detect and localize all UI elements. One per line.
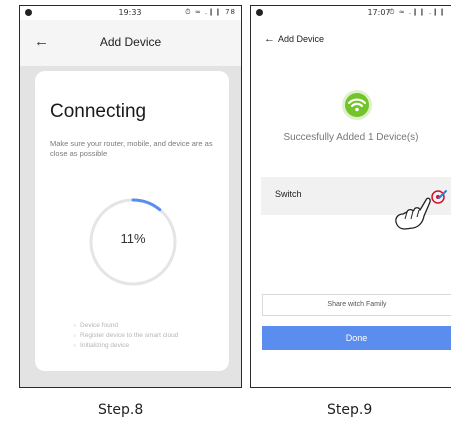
done-button[interactable]: Done — [262, 326, 451, 350]
progress-percent: 11% — [120, 231, 146, 246]
card-description: Make sure your router, mobile, and devic… — [50, 139, 213, 158]
phone-screen-connecting: 19:33 ⏱ ≈ .❙❙ 78 ← Add Device Connecting… — [19, 5, 242, 388]
status-bar: 17:07 ⏱ ≈ .❙❙ .❙❙ — [251, 6, 451, 20]
connecting-card: Connecting Make sure your router, mobile… — [35, 71, 229, 371]
status-icons: ⏱ ≈ .❙❙ .❙❙ — [389, 8, 446, 16]
page-title: Add Device — [99, 35, 162, 49]
back-button[interactable]: ← Add Device — [264, 33, 324, 45]
step-caption: Step.9 — [327, 402, 373, 418]
page-title: Add Device — [278, 34, 325, 44]
status-bar: 19:33 ⏱ ≈ .❙❙ 78 — [20, 6, 241, 20]
status-time: 19:33 — [118, 8, 142, 17]
step-caption: Step.8 — [98, 402, 144, 418]
list-item: Device found — [73, 321, 178, 331]
header-bar: ← Add Device — [20, 20, 241, 66]
status-icons: ⏱ ≈ .❙❙ 78 — [185, 8, 236, 16]
back-arrow-icon: ← — [264, 33, 275, 45]
card-title: Connecting — [50, 101, 147, 122]
notification-dot-icon — [256, 9, 263, 16]
success-message: Succesfully Added 1 Device(s) — [283, 132, 419, 143]
phone-screen-added: 17:07 ⏱ ≈ .❙❙ .❙❙ ← Add Device Succesfull… — [250, 5, 451, 388]
wifi-icon — [347, 98, 367, 112]
connection-steps-list: Device found Register device to the smar… — [73, 321, 178, 351]
list-item: Register device to the smart cloud — [73, 331, 178, 341]
list-item: Initializing device — [73, 341, 178, 351]
share-with-family-button[interactable]: Share witch Family — [262, 294, 451, 316]
wifi-success-icon — [342, 90, 372, 120]
device-name: Switch — [275, 189, 302, 199]
pointing-hand-icon — [395, 197, 431, 230]
notification-dot-icon — [25, 9, 32, 16]
